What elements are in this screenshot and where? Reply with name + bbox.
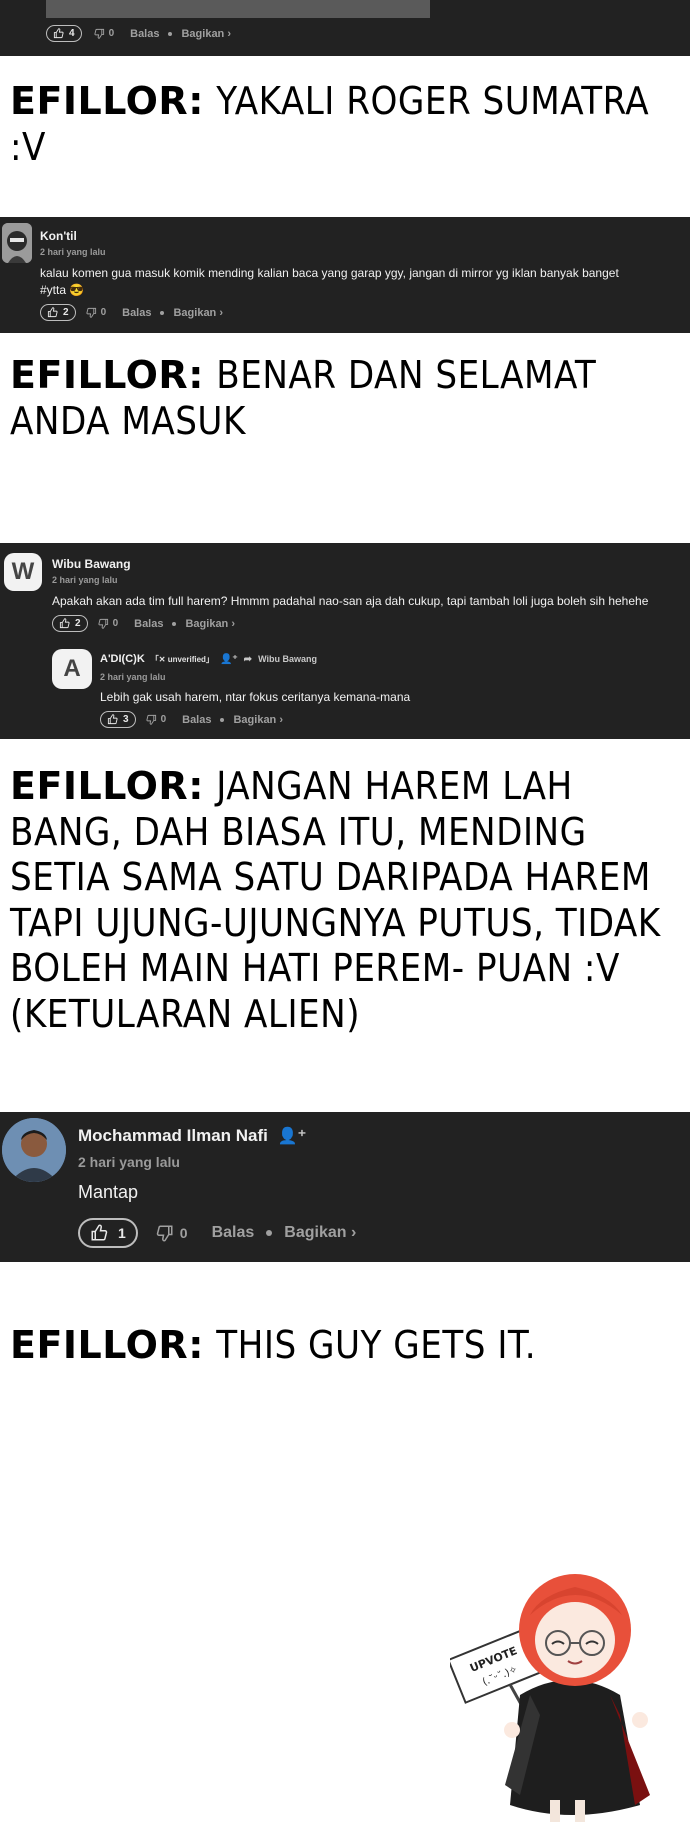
thumbs-down-icon[interactable]: [94, 28, 105, 39]
like-count: 2: [63, 307, 69, 318]
thumbs-down-icon[interactable]: [146, 714, 157, 725]
like-button[interactable]: 3: [100, 711, 136, 728]
add-user-icon[interactable]: 👤⁺: [220, 654, 238, 665]
comment-author[interactable]: Kon'til: [40, 229, 77, 243]
comment-time: 2 hari yang lalu: [40, 247, 106, 257]
share-link[interactable]: Bagikan ›: [173, 307, 223, 319]
unverified-badge: 「✕ unverified」: [150, 654, 214, 664]
comment-panel: Mochammad Ilman Nafi 👤⁺ 2 hari yang lalu…: [0, 1112, 690, 1262]
comment-author: Mochammad Ilman Nafi 👤⁺: [78, 1126, 306, 1146]
comment-image: [46, 0, 430, 18]
note-text: THIS GUY GETS IT.: [216, 1323, 537, 1367]
reply-time: 2 hari yang lalu: [100, 672, 166, 682]
thumbs-down-icon[interactable]: [156, 1224, 174, 1242]
thumbs-up-icon: [107, 714, 118, 725]
comment-text: Apakah akan ada tim full harem? Hmmm pad…: [52, 594, 649, 608]
note-author: EFILLOR:: [10, 353, 204, 397]
translator-note: EFILLOR: YAKALI ROGER SUMATRA :V: [10, 78, 680, 171]
reply-actions: 3 0 Balas Bagikan ›: [100, 711, 283, 728]
note-author: EFILLOR:: [10, 79, 204, 123]
mascot-illustration: UPVOTE (.˘ᵕ˘.)✧: [450, 1574, 650, 1822]
comment-panel: Kon'til 2 hari yang lalu kalau komen gua…: [0, 217, 690, 333]
dislike-count: 0: [179, 1225, 188, 1241]
comment-author[interactable]: Wibu Bawang: [52, 557, 131, 571]
like-button[interactable]: 2: [52, 615, 88, 632]
comment-actions: 2 0 Balas Bagikan ›: [52, 615, 235, 632]
separator-dot: [168, 31, 173, 36]
separator-dot: [266, 1230, 273, 1236]
note-author: EFILLOR:: [10, 764, 204, 808]
like-count: 2: [75, 618, 81, 629]
like-count: 4: [69, 28, 75, 39]
comment-actions: 4 0 Balas Bagikan ›: [46, 25, 231, 42]
thumbs-up-icon: [59, 618, 70, 629]
comment-text: kalau komen gua masuk komik mending kali…: [40, 266, 619, 280]
note-author: EFILLOR:: [10, 1323, 204, 1367]
share-link[interactable]: Bagikan ›: [185, 618, 235, 630]
reply-to-icon: ➦: [243, 653, 253, 665]
translator-note: EFILLOR: JANGAN HAREM LAH BANG, DAH BIAS…: [10, 764, 675, 1038]
thumbs-up-icon: [53, 28, 64, 39]
comment-panel-top: 4 0 Balas Bagikan ›: [0, 0, 690, 56]
reply-link[interactable]: Balas: [122, 307, 151, 319]
separator-dot: [172, 621, 177, 626]
thumbs-up-icon: [47, 307, 58, 318]
comment-panel: W Wibu Bawang 2 hari yang lalu Apakah ak…: [0, 543, 690, 739]
reply-link[interactable]: Balas: [212, 1224, 255, 1242]
share-link[interactable]: Bagikan ›: [284, 1224, 356, 1242]
add-user-icon[interactable]: 👤⁺: [278, 1126, 306, 1146]
comment-time: 2 hari yang lalu: [78, 1154, 180, 1170]
reply-link[interactable]: Balas: [134, 618, 163, 630]
thumbs-down-icon[interactable]: [86, 307, 97, 318]
reply-author: A'DI(C)K 「✕ unverified」 👤⁺ ➦ Wibu Bawang: [100, 653, 317, 665]
reply-link[interactable]: Balas: [182, 714, 211, 726]
comment-text-line2: #ytta 😎: [40, 283, 85, 297]
avatar[interactable]: W: [4, 553, 42, 591]
reply-text: Lebih gak usah harem, ntar fokus ceritan…: [100, 690, 411, 704]
comment-author-name[interactable]: Mochammad Ilman Nafi: [78, 1126, 268, 1146]
like-button[interactable]: 1: [78, 1218, 138, 1248]
reply-avatar[interactable]: A: [52, 649, 92, 689]
like-button[interactable]: 2: [40, 304, 76, 321]
share-link[interactable]: Bagikan ›: [181, 28, 231, 40]
translator-note: EFILLOR: BENAR DAN SELAMAT ANDA MASUK: [10, 352, 610, 445]
reply-link[interactable]: Balas: [130, 28, 159, 40]
share-link[interactable]: Bagikan ›: [233, 714, 283, 726]
dislike-count: 0: [100, 307, 107, 318]
thumbs-up-icon: [91, 1224, 108, 1241]
translator-note: EFILLOR: THIS GUY GETS IT.: [10, 1322, 680, 1368]
comment-time: 2 hari yang lalu: [52, 575, 118, 585]
separator-dot: [160, 310, 165, 315]
reply-to-name[interactable]: Wibu Bawang: [258, 654, 317, 664]
thumbs-down-icon[interactable]: [98, 618, 109, 629]
like-count: 3: [123, 714, 129, 725]
dislike-count: 0: [112, 618, 119, 629]
dislike-count: 0: [108, 28, 115, 39]
comment-text: Mantap: [78, 1182, 139, 1202]
separator-dot: [220, 717, 225, 722]
like-button[interactable]: 4: [46, 25, 82, 42]
avatar[interactable]: [2, 1118, 66, 1182]
avatar[interactable]: [2, 223, 32, 263]
comment-actions: 2 0 Balas Bagikan ›: [40, 304, 223, 321]
comment-actions: 1 0 Balas Bagikan ›: [78, 1218, 356, 1248]
like-count: 1: [118, 1225, 126, 1241]
reply-author-name[interactable]: A'DI(C)K: [100, 653, 145, 665]
dislike-count: 0: [160, 714, 167, 725]
